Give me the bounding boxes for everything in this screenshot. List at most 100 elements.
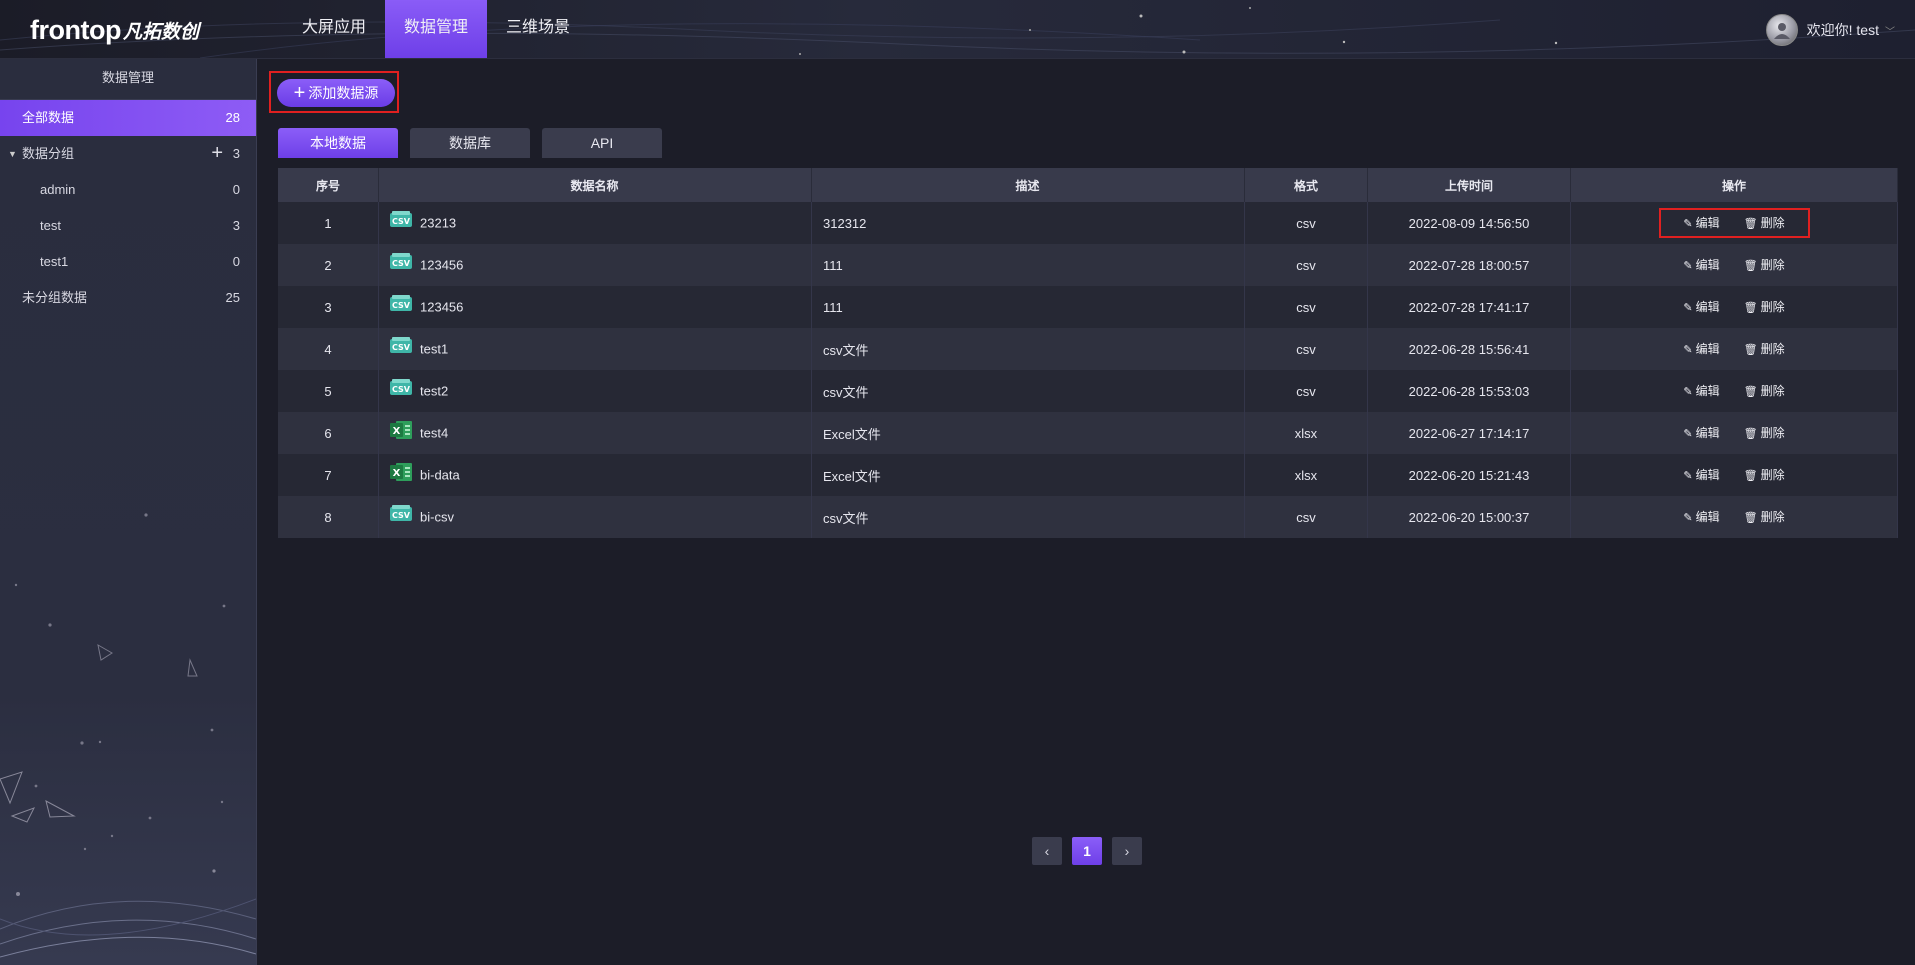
excel-file-icon: X [390,463,412,481]
actions-group: ✎ 编辑 🗑 删除 [1659,292,1810,322]
tab-api[interactable]: API [542,128,662,158]
sidebar-item-count: 0 [232,254,240,269]
sidebar-item-group-test[interactable]: test 3 [0,208,256,244]
data-name-text: 123456 [420,299,464,315]
delete-button[interactable]: 🗑 删除 [1744,300,1785,314]
delete-button[interactable]: 🗑 删除 [1744,510,1785,524]
actions-group: ✎ 编辑 🗑 删除 [1659,334,1810,364]
edit-label: 编辑 [1695,426,1720,440]
cell-index: 7 [278,454,379,496]
sidebar-item-label: 数据分组 [22,146,75,161]
cell-actions: ✎ 编辑 🗑 删除 [1570,328,1898,370]
cell-name: Xbi-data [378,454,812,496]
cell-description: 111 [811,286,1245,328]
sidebar-item-group-admin[interactable]: admin 0 [0,172,256,208]
tab-local-data[interactable]: 本地数据 [278,128,398,158]
sidebar-item-group-test1[interactable]: test1 0 [0,244,256,280]
table-row: 3 CSV 123456 111 csv 2022-07-28 17:41:17 ✎ 编辑 🗑 删… [278,286,1898,328]
data-name-text: bi-csv [420,509,454,525]
cell-format: csv [1244,496,1368,538]
column-header-description: 描述 [811,168,1245,202]
trash-icon: 🗑 [1743,386,1758,398]
delete-label: 删除 [1760,510,1785,524]
cell-index: 1 [278,202,379,244]
next-page-button[interactable]: › [1112,837,1142,865]
sidebar-item-data-groups[interactable]: ▼ 数据分组 + 3 [0,136,256,172]
delete-label: 删除 [1760,468,1785,482]
edit-button[interactable]: ✎ 编辑 [1683,510,1719,524]
edit-button[interactable]: ✎ 编辑 [1683,468,1719,482]
main-content: + 添加数据源 本地数据 数据库 API 序号 数据名称 描述 格式 上传时间 … [257,59,1915,965]
cell-description: csv文件 [811,370,1245,412]
cell-actions: ✎ 编辑 🗑 删除 [1570,286,1898,328]
prev-page-button[interactable]: ‹ [1032,837,1062,865]
svg-text:CSV: CSV [392,217,411,226]
csv-file-icon: CSV [390,505,412,521]
cell-upload-time: 2022-06-20 15:00:37 [1367,496,1571,538]
delete-button[interactable]: 🗑 删除 [1744,342,1785,356]
svg-text:CSV: CSV [392,511,411,520]
delete-label: 删除 [1760,426,1785,440]
sidebar-item-label: test1 [40,254,69,269]
delete-button[interactable]: 🗑 删除 [1744,426,1785,440]
sidebar-title: 数据管理 [0,59,256,100]
edit-label: 编辑 [1695,384,1720,398]
data-name-text: bi-data [420,467,460,483]
edit-button[interactable]: ✎ 编辑 [1683,384,1719,398]
cell-actions: ✎ 编辑 🗑 删除 [1570,370,1898,412]
table-header-row: 序号 数据名称 描述 格式 上传时间 操作 [278,168,1898,202]
tab-database[interactable]: 数据库 [410,128,530,158]
nav-item-big-screen[interactable]: 大屏应用 [283,0,385,58]
cell-upload-time: 2022-07-28 18:00:57 [1367,244,1571,286]
edit-button[interactable]: ✎ 编辑 [1683,300,1719,314]
add-group-icon[interactable]: + [211,135,223,171]
trash-icon: 🗑 [1743,344,1758,356]
data-name-text: test1 [420,341,449,357]
csv-file-icon: CSV [390,211,412,227]
pencil-icon: ✎ [1683,512,1693,524]
cell-upload-time: 2022-08-09 14:56:50 [1367,202,1571,244]
sidebar-item-ungrouped[interactable]: 未分组数据 25 [0,280,256,316]
trash-icon: 🗑 [1743,428,1758,440]
edit-button[interactable]: ✎ 编辑 [1683,258,1719,272]
nav-item-3d-scene[interactable]: 三维场景 [487,0,589,58]
cell-name: CSV 123456 [378,286,812,328]
svg-text:X: X [393,468,401,479]
delete-button[interactable]: 🗑 删除 [1744,258,1785,272]
sidebar-item-label: test [40,218,61,233]
frontop-logo[interactable]: frontop 凡拓数创 [30,12,199,48]
delete-button[interactable]: 🗑 删除 [1744,216,1785,230]
column-header-name: 数据名称 [378,168,812,202]
user-menu[interactable]: 欢迎你! test ﹀ [1765,14,1895,46]
cell-format: xlsx [1244,412,1368,454]
avatar[interactable] [1765,14,1798,46]
delete-button[interactable]: 🗑 删除 [1744,384,1785,398]
cell-upload-time: 2022-06-28 15:53:03 [1367,370,1571,412]
pencil-icon: ✎ [1683,302,1693,314]
caret-down-icon[interactable]: ▼ [8,136,17,172]
cell-actions: ✎ 编辑 🗑 删除 [1570,202,1898,244]
edit-button[interactable]: ✎ 编辑 [1683,216,1719,230]
chevron-down-icon[interactable]: ﹀ [1885,23,1895,38]
data-name-text: 123456 [420,257,464,273]
add-datasource-button[interactable]: + 添加数据源 [277,79,395,107]
sidebar-item-label: 未分组数据 [22,290,88,305]
table-row: 7 Xbi-data Excel文件 xlsx 2022-06-20 15:21:43 ✎… [278,454,1898,496]
cell-name: CSV 23213 [378,202,812,244]
column-header-format: 格式 [1244,168,1368,202]
actions-group: ✎ 编辑 🗑 删除 [1659,376,1810,406]
cell-actions: ✎ 编辑 🗑 删除 [1570,244,1898,286]
delete-button[interactable]: 🗑 删除 [1744,468,1785,482]
table-body: 1 CSV 23213 312312 csv 2022-08-09 14:56:50 ✎ 编辑… [278,202,1898,538]
cell-upload-time: 2022-06-20 15:21:43 [1367,454,1571,496]
pencil-icon: ✎ [1683,344,1693,356]
delete-label: 删除 [1760,300,1785,314]
nav-item-data-management[interactable]: 数据管理 [385,0,488,58]
page-1-button[interactable]: 1 [1072,837,1102,865]
sidebar-item-all-data[interactable]: 全部数据 28 [0,100,256,136]
cell-name: CSV bi-csv [378,496,812,538]
edit-button[interactable]: ✎ 编辑 [1683,426,1719,440]
cell-format: csv [1244,286,1368,328]
edit-button[interactable]: ✎ 编辑 [1683,342,1719,356]
cell-format: csv [1244,370,1368,412]
